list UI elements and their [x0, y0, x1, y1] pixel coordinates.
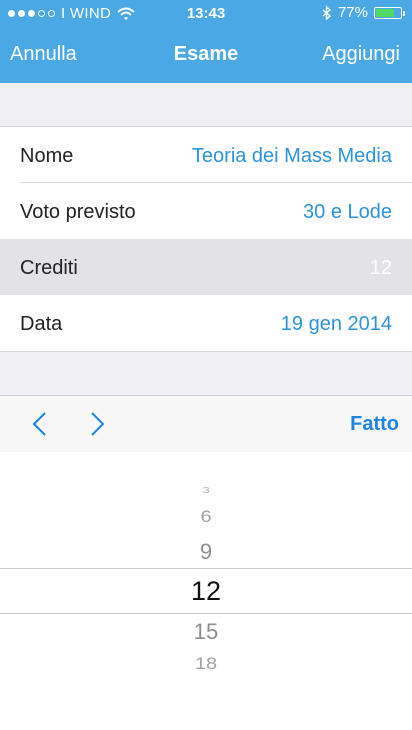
picker-item[interactable]: 3 [0, 485, 412, 495]
bluetooth-icon [322, 5, 332, 20]
date-label: Data [20, 313, 63, 335]
form-row-expected-grade[interactable]: Voto previsto 30 e Lode [0, 183, 412, 239]
top-bar: I WIND 13:43 77% Annulla Esame Aggiungi [0, 0, 412, 83]
add-button[interactable]: Aggiungi [322, 43, 400, 66]
status-right: 77% [322, 4, 405, 21]
expected-grade-value[interactable]: 30 e Lode [303, 201, 392, 224]
expected-grade-label: Voto previsto [20, 201, 136, 223]
form-row-date[interactable]: Data 19 gen 2014 [0, 295, 412, 351]
picker-toolbar: Fatto [0, 395, 412, 453]
form-row-name[interactable]: Nome Teoria dei Mass Media [0, 127, 412, 183]
credits-label: Crediti [20, 257, 78, 279]
picker-item[interactable]: 18 [0, 655, 412, 675]
chevron-left-icon[interactable] [28, 411, 52, 437]
date-value[interactable]: 19 gen 2014 [281, 313, 392, 336]
battery-icon [374, 6, 405, 19]
picker-selected-item[interactable]: 12 [0, 576, 412, 607]
picker-item[interactable]: 15 [0, 619, 412, 645]
battery-fill [376, 8, 395, 17]
done-button[interactable]: Fatto [350, 413, 399, 436]
chevron-right-icon[interactable] [85, 411, 109, 437]
picker-item[interactable]: 9 [0, 539, 412, 565]
navigation-bar: Annulla Esame Aggiungi [0, 26, 412, 83]
battery-percentage: 77% [337, 4, 368, 21]
exam-form: Nome Teoria dei Mass Media Voto previsto… [0, 126, 412, 352]
name-value[interactable]: Teoria dei Mass Media [192, 145, 392, 168]
picker-item[interactable]: 6 [0, 508, 412, 528]
credits-value[interactable]: 12 [370, 257, 392, 280]
form-row-credits[interactable]: Crediti 12 [0, 239, 412, 295]
credits-picker[interactable]: 3 6 9 12 15 18 [0, 452, 412, 730]
name-label: Nome [20, 145, 74, 167]
status-bar: I WIND 13:43 77% [0, 0, 412, 26]
